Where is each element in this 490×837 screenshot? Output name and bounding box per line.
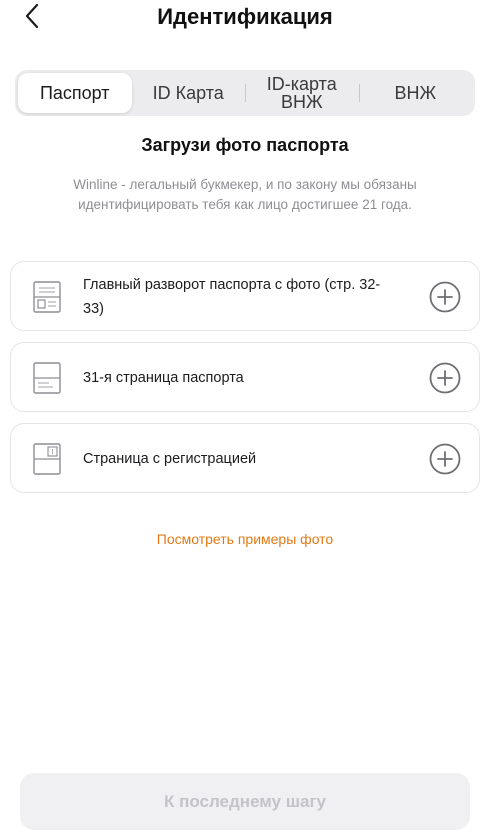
document-upload-card[interactable]: 31-я страница паспорта — [10, 342, 480, 412]
next-step-button[interactable]: К последнему шагу — [20, 773, 470, 830]
tab-label: ID-карта ВНЖ — [266, 74, 337, 112]
section-title: Загрузи фото паспорта — [141, 135, 349, 155]
document-type-tabs: Паспорт ID Карта ID-карта ВНЖ ВНЖ — [15, 70, 475, 116]
tab-separator — [245, 84, 246, 102]
add-circle-icon[interactable] — [429, 362, 461, 394]
registration-page-icon — [33, 443, 61, 475]
passport-page-icon — [33, 362, 61, 394]
tab-id-card[interactable]: ID Карта — [132, 73, 246, 113]
add-circle-icon[interactable] — [429, 443, 461, 475]
header: Идентификация — [0, 0, 490, 34]
document-upload-card[interactable]: Главный разворот паспорта с фото (стр. 3… — [10, 261, 480, 331]
tab-id-card-residence[interactable]: ID-карта ВНЖ — [245, 73, 359, 113]
tab-separator — [358, 84, 360, 102]
document-label: Главный разворот паспорта с фото (стр. 3… — [83, 277, 381, 317]
section-description: Winline - легальный букмекер, и по закон… — [73, 177, 417, 212]
tab-label: ID Карта — [152, 83, 224, 103]
tab-passport[interactable]: Паспорт — [18, 73, 132, 113]
page-title: Идентификация — [157, 4, 333, 29]
document-label: 31-я страница паспорта — [83, 370, 244, 386]
add-circle-icon[interactable] — [429, 281, 461, 313]
tab-label: Паспорт — [39, 83, 110, 103]
photo-examples-link[interactable]: Посмотреть примеры фото — [0, 531, 490, 547]
document-label: Страница с регистрацией — [83, 451, 257, 467]
passport-photo-page-icon — [33, 281, 61, 313]
document-upload-card[interactable]: Страница с регистрацией — [10, 423, 480, 493]
tab-residence-permit[interactable]: ВНЖ — [358, 73, 473, 113]
tab-label: ВНЖ — [394, 83, 437, 103]
